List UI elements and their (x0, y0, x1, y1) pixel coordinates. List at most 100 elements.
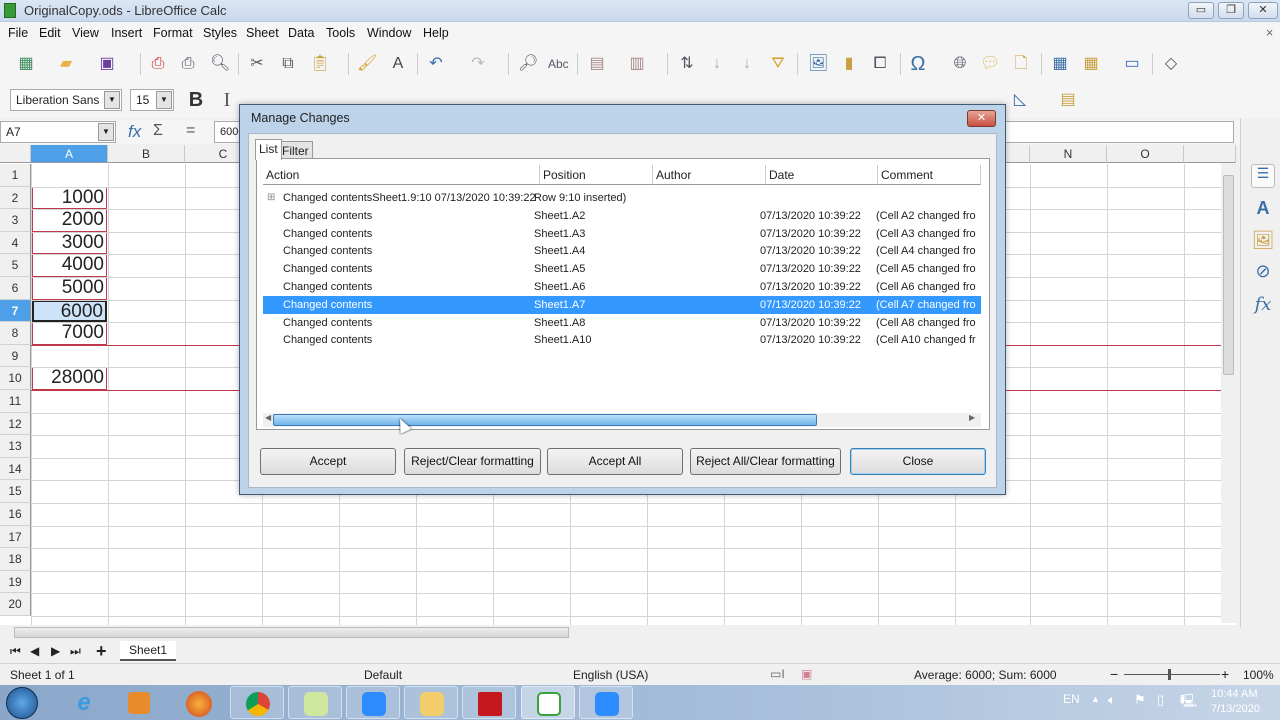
column-author[interactable]: Author (653, 165, 766, 185)
menu-tools[interactable]: Tools (326, 26, 355, 40)
menu-format[interactable]: Format (153, 26, 193, 40)
paste-icon[interactable]: 📋︎ (310, 54, 330, 74)
change-row[interactable]: Changed contents Sheet1.A2 07/13/2020 10:3… (263, 207, 981, 225)
accept-all-button[interactable]: Accept All (547, 448, 683, 475)
row-header-10[interactable]: 10 (0, 367, 31, 390)
taskbar-zoom-meeting[interactable] (579, 686, 633, 719)
row-header-20[interactable]: 20 (0, 593, 31, 616)
cell-a4[interactable]: 3000 (32, 231, 107, 255)
cell-a3[interactable]: 2000 (32, 209, 107, 232)
selection-mode-icon[interactable]: ▭I (770, 667, 785, 681)
list-scroll-thumb[interactable] (273, 414, 817, 426)
menu-insert[interactable]: Insert (111, 26, 142, 40)
chevron-down-icon[interactable]: ▼ (104, 91, 120, 109)
freeze-rows-columns-icon[interactable]: ▦ (1081, 54, 1101, 74)
battery-icon[interactable]: ▯ (1157, 692, 1164, 708)
menu-styles[interactable]: Styles (203, 26, 237, 40)
border-color-icon[interactable]: ◺ (1010, 90, 1030, 110)
row-header-2[interactable]: 2 (0, 186, 31, 210)
special-character-icon[interactable]: Ω (908, 54, 928, 74)
functions-icon[interactable]: fx (1251, 294, 1275, 318)
firefox-icon[interactable] (186, 691, 212, 717)
print-icon[interactable]: ⎙ (178, 54, 198, 74)
name-box[interactable]: A7 ▼ (0, 121, 116, 143)
taskbar-libreoffice-calc[interactable] (521, 686, 575, 719)
vertical-scroll-thumb[interactable] (1223, 175, 1234, 375)
chevron-down-icon[interactable]: ▼ (98, 123, 114, 141)
cell-a6[interactable]: 5000 (32, 277, 107, 300)
change-row[interactable]: ⊞ Changed contentsSheet1.9:10 07/13/2020 … (263, 189, 981, 207)
styles-icon[interactable]: A (1251, 198, 1275, 222)
close-document-icon[interactable]: × (1266, 26, 1273, 40)
row-header-3[interactable]: 3 (0, 209, 31, 232)
clear-formatting-icon[interactable]: A (388, 54, 408, 74)
previous-sheet-icon[interactable]: ◀ (30, 644, 39, 658)
change-row[interactable]: Changed contents Sheet1.A8 07/13/2020 10:3… (263, 314, 981, 332)
cut-icon[interactable]: ✂ (247, 54, 267, 74)
action-center-flag-icon[interactable]: ⚑ (1134, 692, 1146, 708)
sort-descending-icon[interactable]: ↓ (737, 54, 757, 74)
add-sheet-button[interactable]: + (96, 641, 107, 662)
zoom-level[interactable]: 100% (1243, 668, 1274, 682)
expand-icon[interactable]: ⊞ (267, 189, 275, 207)
menu-file[interactable]: File (8, 26, 28, 40)
pivot-table-icon[interactable]: ⧠ (870, 54, 890, 74)
language[interactable]: English (USA) (573, 668, 648, 682)
menu-help[interactable]: Help (423, 26, 449, 40)
zoom-slider-handle[interactable] (1168, 669, 1171, 680)
change-row[interactable]: Changed contents Sheet1.A6 07/13/2020 10:3… (263, 278, 981, 296)
row-header-19[interactable]: 19 (0, 570, 31, 594)
row-header-13[interactable]: 13 (0, 435, 31, 458)
column-header-o[interactable]: O (1107, 145, 1184, 163)
gallery-icon[interactable]: 🖼︎ (1251, 230, 1275, 254)
row-header-14[interactable]: 14 (0, 457, 31, 481)
column-header-n[interactable]: N (1030, 145, 1107, 163)
copy-icon[interactable]: ⧉ (278, 54, 298, 74)
menu-sheet[interactable]: Sheet (246, 26, 279, 40)
tab-filter[interactable]: Filter (278, 141, 313, 159)
taskbar-explorer[interactable] (404, 686, 458, 719)
column-action[interactable]: Action (263, 165, 540, 185)
sheet-tab-sheet1[interactable]: Sheet1 (120, 641, 176, 661)
vertical-scrollbar[interactable] (1221, 163, 1236, 623)
column-comment[interactable]: Comment (878, 165, 981, 185)
show-draw-functions-icon[interactable]: ◇ (1161, 54, 1181, 74)
corner-select-all[interactable] (0, 145, 31, 163)
properties-icon[interactable]: ☰ (1251, 164, 1275, 188)
row-header-16[interactable]: 16 (0, 503, 31, 526)
navigator-icon[interactable]: ⊘ (1251, 261, 1275, 285)
row-header-8[interactable]: 8 (0, 322, 31, 345)
hyperlink-icon[interactable]: 🌐︎ (950, 54, 970, 74)
row-header-5[interactable]: 5 (0, 254, 31, 277)
reject-all-clear-formatting-button[interactable]: Reject All/Clear formatting (690, 448, 841, 475)
save-icon[interactable]: ▣ (97, 54, 117, 74)
dialog-close-button[interactable]: ✕ (967, 110, 996, 127)
accept-button[interactable]: Accept (260, 448, 396, 475)
column-icon[interactable]: ▥ (627, 54, 647, 74)
zoom-out-button[interactable]: − (1110, 666, 1118, 682)
autofilter-icon[interactable]: ⛛ (768, 54, 788, 74)
next-sheet-icon[interactable]: ▶ (51, 644, 60, 658)
row-header-9[interactable]: 9 (0, 344, 31, 368)
headers-footers-icon[interactable]: 🗋 (1011, 54, 1031, 74)
taskbar-chrome[interactable] (230, 686, 284, 719)
clock-time[interactable]: 10:44 AM (1211, 688, 1257, 700)
insert-chart-icon[interactable]: ▮ (839, 54, 859, 74)
find-replace-icon[interactable]: 🔎︎ (518, 54, 538, 74)
menu-view[interactable]: View (72, 26, 99, 40)
horizontal-scroll-thumb[interactable] (14, 627, 569, 638)
change-row[interactable]: Changed contents Sheet1.A5 07/13/2020 10:3… (263, 260, 981, 278)
font-size-combo[interactable]: 15 ▼ (130, 89, 174, 111)
first-sheet-icon[interactable]: ⏮ (10, 644, 21, 659)
row-header-17[interactable]: 17 (0, 525, 31, 549)
zoom-slider[interactable] (1124, 674, 1220, 675)
page-style[interactable]: Default (364, 668, 402, 682)
clone-formatting-icon[interactable]: 🖌︎ (357, 54, 377, 74)
column-header-p[interactable] (1184, 145, 1236, 163)
horizontal-scrollbar[interactable] (0, 625, 1236, 641)
row-header-18[interactable]: 18 (0, 548, 31, 571)
row-header-7[interactable]: 7 (0, 299, 31, 323)
scroll-right-icon[interactable]: ▶ (969, 413, 975, 422)
spelling-icon[interactable]: Abc (548, 54, 569, 74)
column-date[interactable]: Date (766, 165, 878, 185)
